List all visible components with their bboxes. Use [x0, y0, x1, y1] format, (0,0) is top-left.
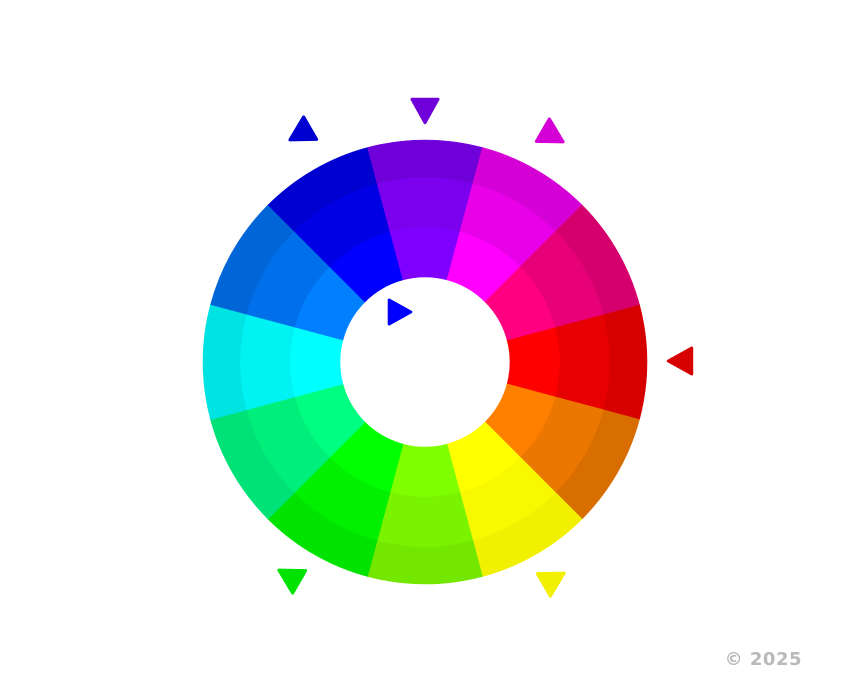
color-wheel: [202, 139, 648, 585]
wheel-segment-red-ring-3: [603, 304, 648, 420]
wheel-segment-yellow-green-ring-3: [367, 540, 483, 585]
wheel-segment-cyan-ring-3: [202, 304, 247, 420]
marker-blue-icon: [288, 115, 319, 142]
marker-violet-icon: [410, 97, 440, 125]
wheel-segment-yellow-green-ring-2: [376, 492, 474, 548]
wheel-segment-cyan-ring-2: [239, 313, 295, 411]
marker-magenta-icon: [534, 117, 565, 144]
marker-yellow-icon: [535, 571, 566, 598]
color-wheel-diagram: [202, 97, 694, 598]
copyright-label: © 2025: [724, 649, 802, 670]
wheel-segment-red-ring-2: [555, 313, 611, 411]
marker-center-blue-icon: [387, 298, 413, 326]
wheel-segment-violet-ring-2: [376, 176, 474, 232]
marker-red-icon: [666, 346, 694, 376]
wheel-segment-violet-ring-3: [367, 139, 483, 184]
marker-green-icon: [277, 568, 308, 595]
